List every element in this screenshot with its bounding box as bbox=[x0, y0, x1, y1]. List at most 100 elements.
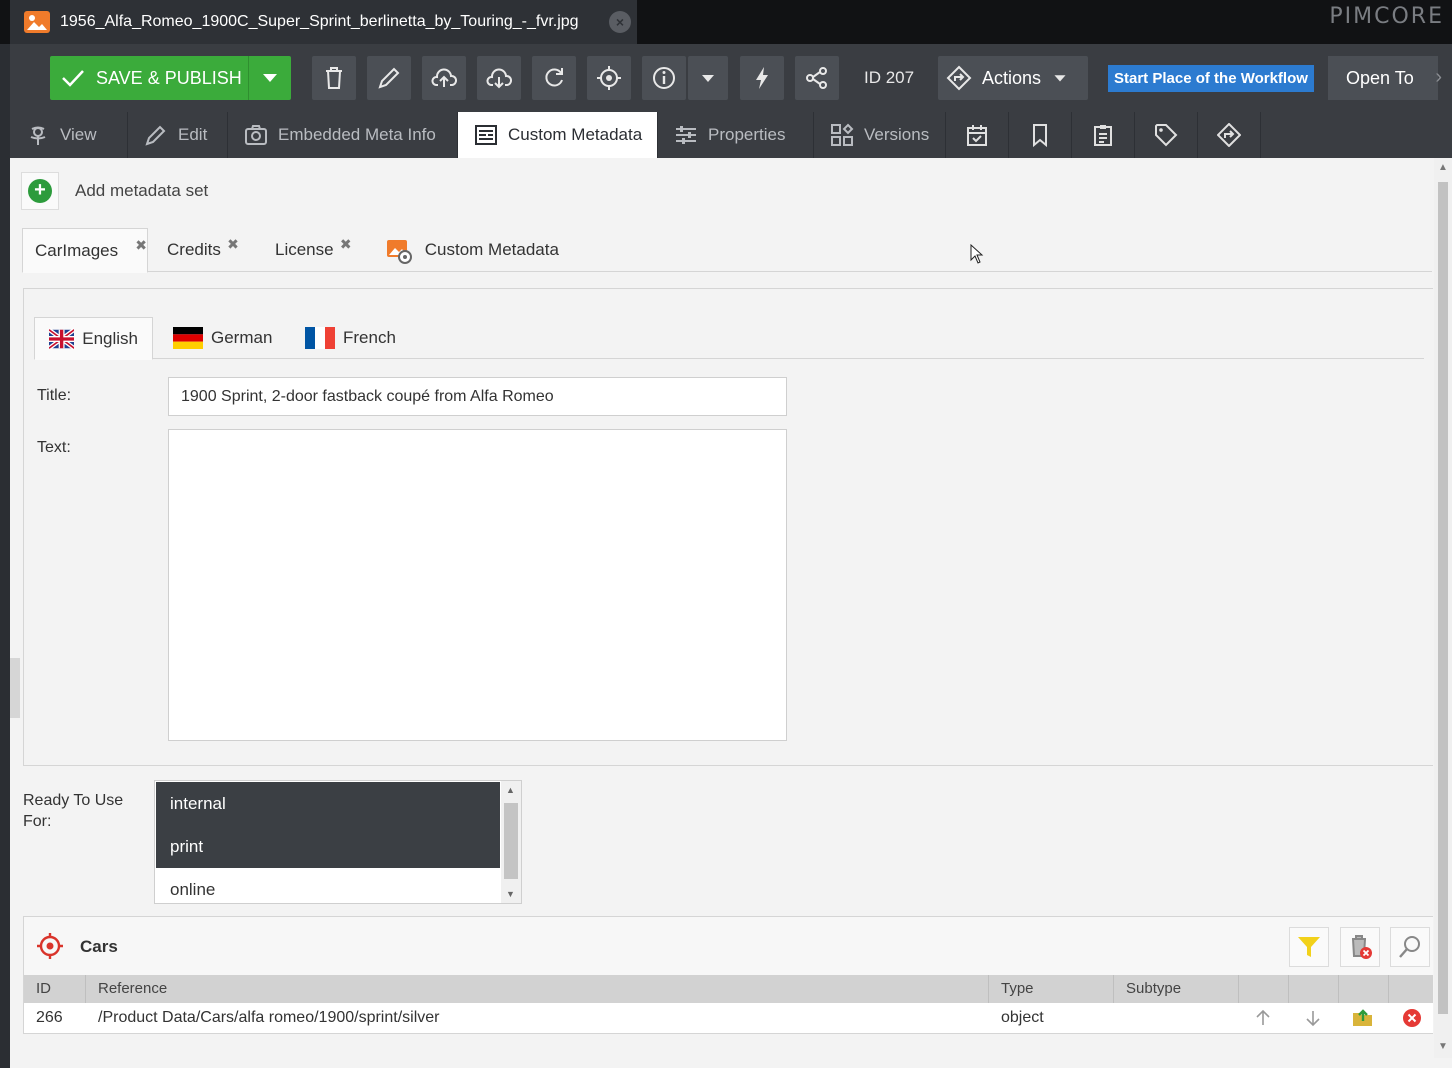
custom-metadata-panel: ▲ ▼ + Add metadata set CarImages ✖ Credi… bbox=[10, 158, 1452, 1068]
option-online[interactable]: online bbox=[156, 868, 500, 903]
document-tab[interactable]: 1956_Alfa_Romeo_1900C_Super_Sprint_berli… bbox=[10, 0, 637, 44]
grid-header-row: ID Reference Type Subtype bbox=[24, 975, 1433, 1003]
delete-button[interactable] bbox=[312, 56, 356, 100]
info-icon bbox=[653, 67, 675, 89]
close-set-carimages-icon[interactable]: ✖ bbox=[135, 223, 147, 267]
editor-tab-strip: View Edit Embedded Meta Info Custom Meta… bbox=[10, 112, 1452, 158]
option-print[interactable]: print bbox=[156, 825, 500, 868]
save-and-publish-label: SAVE & PUBLISH bbox=[96, 67, 242, 88]
flower-icon bbox=[30, 126, 46, 145]
open-object-button[interactable] bbox=[1352, 1007, 1374, 1029]
content-scrollbar[interactable]: ▲ ▼ bbox=[1434, 158, 1452, 1058]
tab-embedded-meta-info[interactable]: Embedded Meta Info bbox=[228, 112, 458, 158]
reload-button[interactable] bbox=[532, 56, 576, 100]
ready-to-use-multiselect[interactable]: internal print online ▲ ▼ bbox=[154, 780, 522, 904]
language-tabs: English German French bbox=[34, 317, 1424, 360]
more-options-dropdown[interactable] bbox=[688, 56, 728, 100]
upload-cloud-icon bbox=[431, 68, 457, 87]
tab-edit[interactable]: Edit bbox=[128, 112, 228, 158]
tab-bookmark[interactable] bbox=[1009, 112, 1072, 158]
arrow-up-icon bbox=[1256, 1009, 1270, 1025]
set-tab-carimages-label: CarImages bbox=[35, 241, 119, 260]
cars-header: Cars bbox=[24, 917, 1433, 975]
mouse-cursor-icon bbox=[970, 244, 984, 264]
add-metadata-set-button[interactable]: + Add metadata set bbox=[21, 172, 208, 210]
tab-properties[interactable]: Properties bbox=[658, 112, 814, 158]
cell-reference[interactable]: /Product Data/Cars/alfa romeo/1900/sprin… bbox=[86, 1003, 439, 1033]
close-set-credits-icon[interactable]: ✖ bbox=[227, 222, 239, 266]
document-tab-title: 1956_Alfa_Romeo_1900C_Super_Sprint_berli… bbox=[60, 13, 579, 30]
toolbar-scroll-right-icon[interactable]: › bbox=[1435, 66, 1442, 89]
crosshair-icon bbox=[37, 933, 63, 959]
table-row[interactable]: 266 /Product Data/Cars/alfa romeo/1900/s… bbox=[24, 1003, 1433, 1033]
language-tab-french[interactable]: French bbox=[305, 317, 396, 359]
text-textarea[interactable] bbox=[168, 429, 787, 741]
trash-remove-icon bbox=[1352, 935, 1372, 959]
save-and-publish-button[interactable]: SAVE & PUBLISH bbox=[50, 56, 248, 100]
open-to-button[interactable]: Open To bbox=[1328, 56, 1438, 100]
download-button[interactable] bbox=[477, 56, 521, 100]
column-header-down bbox=[1289, 975, 1339, 1003]
chevron-down-icon bbox=[702, 75, 714, 82]
column-header-type[interactable]: Type bbox=[989, 975, 1114, 1003]
remove-row-button[interactable] bbox=[1401, 1007, 1423, 1029]
scroll-down-icon[interactable]: ▼ bbox=[1438, 1041, 1448, 1052]
move-up-button[interactable] bbox=[1252, 1007, 1274, 1029]
scroll-up-icon[interactable]: ▲ bbox=[506, 785, 515, 795]
set-tab-credits-label: Credits bbox=[167, 240, 221, 259]
collapse-handle[interactable] bbox=[10, 658, 20, 718]
multiselect-scrollbar[interactable]: ▲ ▼ bbox=[501, 781, 521, 903]
close-set-license-icon[interactable]: ✖ bbox=[340, 222, 352, 266]
tab-workflow[interactable] bbox=[1198, 112, 1261, 158]
column-header-id[interactable]: ID bbox=[24, 975, 86, 1003]
tab-custom-metadata[interactable]: Custom Metadata bbox=[458, 112, 658, 158]
clear-thumbnails-button[interactable] bbox=[740, 56, 784, 100]
pencil-icon bbox=[378, 67, 400, 89]
window-title-bar: 1956_Alfa_Romeo_1900C_Super_Sprint_berli… bbox=[0, 0, 1452, 44]
scroll-up-icon[interactable]: ▲ bbox=[1438, 162, 1448, 173]
remove-icon bbox=[1403, 1009, 1421, 1027]
sliders-icon bbox=[676, 126, 696, 144]
set-tab-license[interactable]: License ✖ bbox=[275, 228, 352, 272]
folder-open-icon bbox=[1353, 1009, 1372, 1026]
title-input[interactable]: 1900 Sprint, 2-door fastback coupé from … bbox=[168, 377, 787, 416]
clear-relations-button[interactable] bbox=[1340, 927, 1380, 967]
set-tab-custom-metadata[interactable]: Custom Metadata bbox=[386, 228, 559, 272]
search-button[interactable] bbox=[1390, 927, 1430, 967]
add-metadata-set-label: Add metadata set bbox=[75, 181, 209, 200]
close-tab-button[interactable]: × bbox=[609, 11, 631, 33]
arrow-down-icon bbox=[1306, 1011, 1320, 1027]
tab-notes[interactable] bbox=[1072, 112, 1135, 158]
language-english-label: English bbox=[82, 328, 138, 348]
filter-button[interactable] bbox=[1289, 927, 1329, 967]
actions-button[interactable]: Actions bbox=[938, 56, 1088, 100]
language-tab-english[interactable]: English bbox=[34, 317, 153, 360]
rename-button[interactable] bbox=[367, 56, 411, 100]
multiselect-scroll-thumb[interactable] bbox=[504, 803, 518, 879]
calendar-icon bbox=[967, 125, 987, 146]
add-icon-button[interactable]: + bbox=[21, 172, 59, 210]
column-header-remove bbox=[1389, 975, 1434, 1003]
tab-schedule[interactable] bbox=[946, 112, 1009, 158]
move-down-button[interactable] bbox=[1302, 1007, 1324, 1029]
scroll-down-icon[interactable]: ▼ bbox=[506, 889, 515, 899]
cell-type: object bbox=[1001, 1009, 1044, 1026]
info-button[interactable] bbox=[642, 56, 686, 100]
language-french-label: French bbox=[343, 328, 396, 347]
metadata-set-tabs: CarImages ✖ Credits ✖ License ✖ Custom M… bbox=[22, 228, 1432, 273]
column-header-reference[interactable]: Reference bbox=[86, 975, 989, 1003]
save-options-dropdown[interactable] bbox=[248, 56, 291, 100]
upload-button[interactable] bbox=[422, 56, 466, 100]
set-tab-carimages[interactable]: CarImages ✖ bbox=[22, 228, 148, 273]
scrollbar-thumb[interactable] bbox=[1438, 182, 1448, 1014]
tab-tags[interactable] bbox=[1135, 112, 1198, 158]
option-internal[interactable]: internal bbox=[156, 782, 500, 825]
germany-flag-icon bbox=[173, 327, 203, 349]
language-tab-german[interactable]: German bbox=[173, 317, 272, 359]
column-header-subtype[interactable]: Subtype bbox=[1114, 975, 1239, 1003]
tab-versions[interactable]: Versions bbox=[814, 112, 946, 158]
show-in-tree-button[interactable] bbox=[587, 56, 631, 100]
share-button[interactable] bbox=[795, 56, 839, 100]
tab-view[interactable]: View bbox=[10, 112, 128, 158]
set-tab-credits[interactable]: Credits ✖ bbox=[167, 228, 239, 272]
